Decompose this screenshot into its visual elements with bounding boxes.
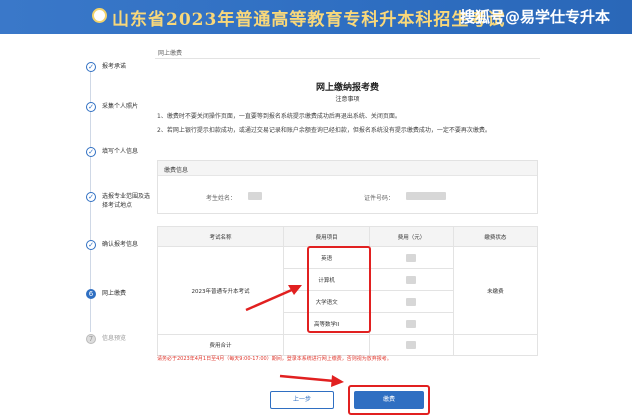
name-value-redacted (248, 192, 262, 200)
step-label: 填写个人信息 (102, 148, 139, 155)
column-header: 费用项目 (282, 226, 371, 247)
divider (155, 58, 540, 59)
fee-amount-cell (369, 268, 454, 291)
notice-line: 1、缴费时不要关闭操作页面，一直要等到报名系统提示缴费成功后再退出系统、关闭页面… (157, 113, 401, 120)
column-header: 缴费状态 (452, 226, 539, 247)
id-value-redacted (406, 192, 446, 200)
step-label: 信息预览 (102, 335, 127, 342)
id-label: 证件号码： (364, 195, 395, 202)
arrow-icon (279, 374, 344, 387)
amount-redacted (406, 341, 417, 349)
panel-header: 缴费信息 (158, 161, 537, 176)
notice-title: 注意事项 (335, 96, 360, 103)
pay-button[interactable]: 缴费 (354, 391, 424, 409)
breadcrumb: 网上缴费 (158, 50, 183, 57)
total-amount-cell (369, 334, 454, 356)
previous-step-button[interactable]: 上一步 (270, 391, 334, 409)
step-label: 网上缴费 (102, 290, 127, 297)
name-label: 考生姓名： (206, 195, 237, 202)
column-header: 费用（元） (369, 226, 454, 247)
empty-cell (452, 334, 539, 356)
step-number-badge: 6 (86, 289, 96, 299)
fee-amount-cell (369, 290, 454, 313)
check-icon: ✓ (86, 62, 96, 72)
seal-logo-icon (92, 8, 107, 23)
check-icon: ✓ (86, 147, 96, 157)
step-label: 确认报考信息 (102, 241, 139, 248)
step-label: 采集个人照片 (102, 103, 139, 110)
payment-info-panel: 缴费信息 考生姓名： 证件号码： (157, 160, 538, 214)
amount-redacted (406, 275, 417, 284)
empty-cell (282, 334, 371, 356)
page-header-title: 山东省2023年普通高等教育专科升本科招生考试 (112, 10, 506, 30)
amount-redacted (406, 319, 417, 328)
amount-redacted (406, 297, 417, 306)
check-icon: ✓ (86, 102, 96, 112)
table-header-row: 考试名称 费用项目 费用（元） 缴费状态 (157, 226, 539, 247)
payment-warning: 请务必于2023年4月1日至4月（每天9:00-17:00）期间，登录本系统进行… (157, 356, 392, 362)
page-title: 网上缴纳报考费 (315, 83, 379, 93)
check-icon: ✓ (86, 240, 96, 250)
panel-header-label: 缴费信息 (164, 167, 189, 174)
total-label-cell: 费用合计 (157, 334, 284, 356)
header-banner: 山东省2023年普通高等教育专科升本科招生考试 搜狐号@易学仕专升本 (0, 0, 632, 34)
highlight-box (307, 246, 371, 333)
step-number-badge: 7 (86, 334, 96, 344)
column-header: 考试名称 (157, 226, 284, 247)
table-total-row: 费用合计 (157, 334, 539, 356)
step-label: 选报专业范围及选择考试地点 (102, 193, 151, 209)
step-label: 报考承诺 (102, 63, 127, 70)
fee-amount-cell (369, 312, 454, 335)
notice-line: 2、若网上银行提示扣款成功，或通过交易记录和账户余额查询已经扣款，但报名系统没有… (157, 127, 491, 134)
watermark: 搜狐号@易学仕专升本 (460, 8, 611, 26)
amount-redacted (406, 253, 417, 262)
status-cell: 未缴费 (452, 246, 539, 335)
fee-amount-cell (369, 246, 454, 269)
arrow-icon (245, 285, 302, 312)
check-icon: ✓ (86, 192, 96, 202)
